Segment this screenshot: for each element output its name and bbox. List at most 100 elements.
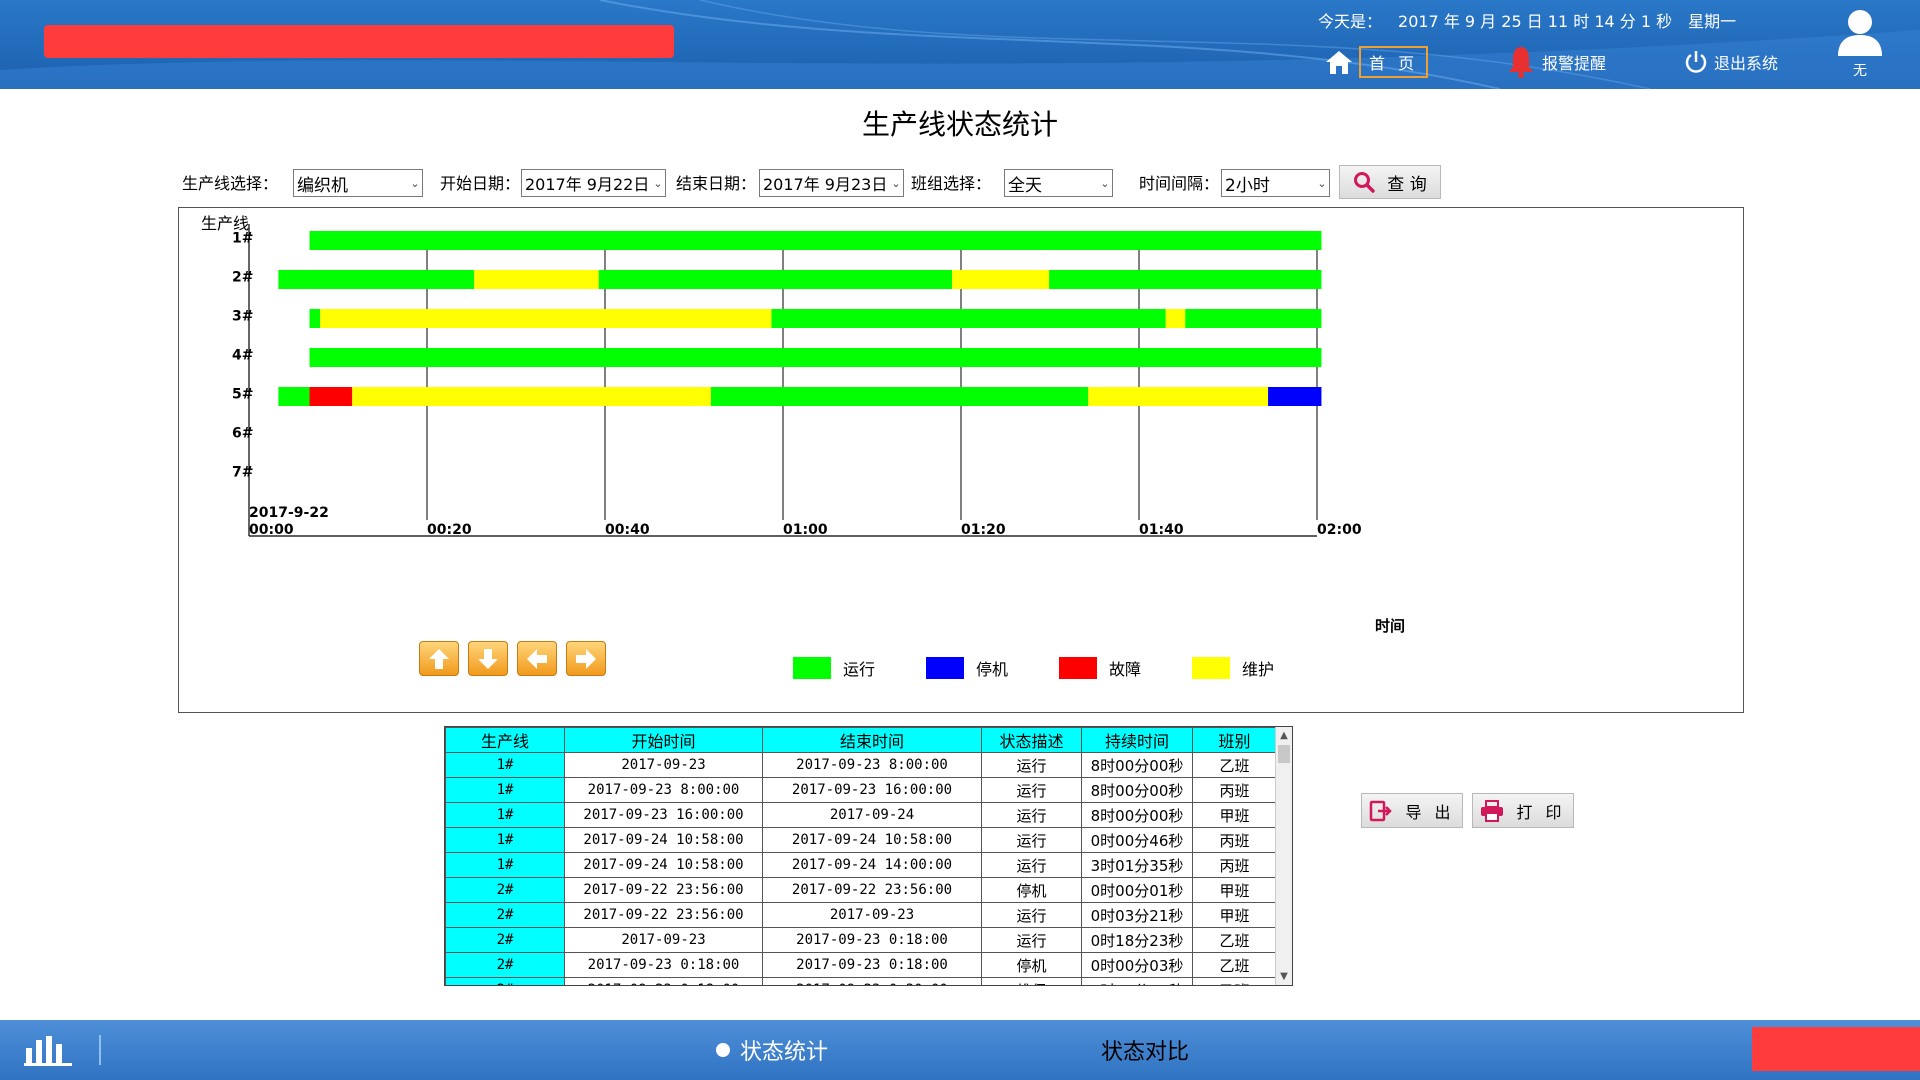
x-tick-label: 01:40 xyxy=(1139,522,1184,538)
column-header[interactable]: 生产线 xyxy=(445,727,565,753)
y-tick-label: 1# xyxy=(232,231,253,247)
end-date-picker[interactable]: 2017年 9月23日 ⌄ xyxy=(759,169,904,197)
table-cell: 2# xyxy=(445,877,565,903)
table-cell: 8时00分00秒 xyxy=(1081,802,1193,828)
tab-label: 状态统计 xyxy=(740,1040,829,1065)
table-row[interactable]: 1# 2017-09-23 2017-09-23 8:00:00 运行 8时00分00秒… xyxy=(445,752,1277,778)
table-cell: 0时03分21秒 xyxy=(1081,902,1193,928)
weekday: 星期一 xyxy=(1688,12,1737,31)
table-cell: 2# xyxy=(445,977,565,985)
arrow-left-icon xyxy=(527,648,547,669)
table-cell: 2017-09-23 xyxy=(564,752,763,778)
column-header[interactable]: 状态描述 xyxy=(981,727,1082,753)
alarm-button[interactable]: 报警提醒 xyxy=(1506,47,1606,78)
logout-button[interactable]: 退出系统 xyxy=(1684,47,1778,77)
gantt-bar-2-5[interactable] xyxy=(952,270,1050,289)
table-cell: 丙班 xyxy=(1192,852,1277,878)
gantt-bar-3-7[interactable] xyxy=(309,309,321,328)
gantt-bar-2-4[interactable] xyxy=(598,270,953,289)
table-cell: 2017-09-24 10:58:00 xyxy=(564,852,763,878)
printer-icon xyxy=(1481,799,1504,822)
table-row[interactable]: 1# 2017-09-24 10:58:00 2017-09-24 14:00:00… xyxy=(445,852,1277,878)
tab-status-comparison[interactable]: 状态对比 xyxy=(1101,1034,1189,1066)
table-row[interactable]: 2# 2017-09-22 23:56:00 2017-09-22 23:56:00… xyxy=(445,877,1277,903)
interval-select[interactable]: 2小时 ⌄ xyxy=(1221,169,1330,197)
legend-swatch xyxy=(1059,657,1097,679)
user-name: 无 xyxy=(1853,63,1867,79)
gantt-bar-5-14[interactable] xyxy=(309,387,353,406)
table-cell: 运行 xyxy=(981,752,1082,778)
date-prefix: 今天是： xyxy=(1318,12,1383,31)
date-text: 2017 年 9 月 25 日 11 时 14 分 1 秒 xyxy=(1398,12,1673,31)
gantt-bar-3-11[interactable] xyxy=(1185,309,1322,328)
gantt-bar-5-13[interactable] xyxy=(278,387,310,406)
x-tick-sublabel: 2017-9-22 xyxy=(249,505,329,521)
table-cell: 运行 xyxy=(981,802,1082,828)
table-row[interactable]: 1# 2017-09-24 10:58:00 2017-09-24 10:58:00… xyxy=(445,827,1277,853)
legend-maintenance: 维护 xyxy=(1192,657,1274,679)
gantt-bar-3-9[interactable] xyxy=(771,309,1166,328)
gantt-bar-3-10[interactable] xyxy=(1165,309,1186,328)
gantt-bar-2-6[interactable] xyxy=(1049,270,1322,289)
line-select[interactable]: 编织机 ⌄ xyxy=(293,169,423,197)
gantt-bar-5-15[interactable] xyxy=(352,387,702,406)
column-header[interactable]: 持续时间 xyxy=(1081,727,1193,753)
table-row[interactable]: 2#2017-09-23 0:18:002017-09-23 0:30:00维保… xyxy=(445,977,1277,985)
table-cell: 2017-09-23 xyxy=(762,902,982,928)
scroll-left-button[interactable] xyxy=(517,641,557,676)
column-header[interactable]: 结束时间 xyxy=(762,727,982,753)
tab-status-statistics[interactable]: 状态统计 xyxy=(716,1034,828,1066)
gantt-bar-2-1[interactable] xyxy=(278,270,310,289)
start-date-picker[interactable]: 2017年 9月22日 ⌄ xyxy=(521,169,666,197)
table-row[interactable]: 2# 2017-09-22 23:56:00 2017-09-23 运行 0时03分21… xyxy=(445,902,1277,928)
chevron-down-icon: ⌄ xyxy=(891,176,901,190)
table-cell: 2# xyxy=(445,952,565,978)
gantt-bar-3-8[interactable] xyxy=(320,309,772,328)
gantt-bar-2-3[interactable] xyxy=(474,270,599,289)
table-cell: 0时12分15秒 xyxy=(1081,977,1193,985)
table-scrollbar[interactable]: ▲ ▼ xyxy=(1275,727,1292,985)
user-profile[interactable]: 无 xyxy=(1830,6,1890,84)
gantt-bar-5-18[interactable] xyxy=(1088,387,1269,406)
table-cell: 8时00分00秒 xyxy=(1081,777,1193,803)
home-button[interactable]: 首 页 xyxy=(1325,46,1429,78)
scroll-up-button[interactable] xyxy=(419,641,459,676)
table-row[interactable]: 1# 2017-09-23 16:00:00 2017-09-24 运行 8时00分00… xyxy=(445,802,1277,828)
query-button[interactable]: 查 询 xyxy=(1339,165,1441,199)
bottom-nav-bar: 状态统计 状态对比 xyxy=(0,1020,1920,1080)
bar-chart-icon xyxy=(24,1036,72,1066)
y-labels-layer: 1# 2# 3# 4# 5# 6# 7# xyxy=(232,231,253,481)
shift-select-value: 全天 xyxy=(1008,175,1042,196)
scrollbar-thumb[interactable] xyxy=(1278,745,1290,763)
table-row[interactable]: 2# 2017-09-23 2017-09-23 0:18:00 运行 0时18分23秒… xyxy=(445,927,1277,953)
column-header[interactable]: 班别 xyxy=(1192,727,1277,753)
gantt-bar-1-0[interactable] xyxy=(309,231,1322,250)
print-button[interactable]: 打 印 xyxy=(1472,793,1574,828)
scroll-right-button[interactable] xyxy=(566,641,606,676)
table-row[interactable]: 2# 2017-09-23 0:18:00 2017-09-23 0:18:00 停机… xyxy=(445,952,1277,978)
export-button[interactable]: 导 出 xyxy=(1361,793,1463,828)
gantt-bar-5-19[interactable] xyxy=(1268,387,1322,406)
home-label: 首 页 xyxy=(1359,46,1429,78)
table-cell: 甲班 xyxy=(1192,902,1277,928)
x-tick-label: 01:20 xyxy=(961,522,1006,538)
status-table-container[interactable]: 生产线 开始时间 结束时间 状态描述 持续时间 班别 1# 2017-09-23 2… xyxy=(444,726,1293,986)
legend-swatch xyxy=(926,657,964,679)
table-row[interactable]: 1# 2017-09-23 8:00:00 2017-09-23 16:00:00 运… xyxy=(445,777,1277,803)
table-cell: 2017-09-22 23:56:00 xyxy=(564,902,763,928)
gantt-bar-4-12[interactable] xyxy=(309,348,1322,367)
gantt-bar-5-17[interactable] xyxy=(710,387,1089,406)
x-tick-label: 02:00 xyxy=(1317,522,1362,538)
gantt-bar-2-2[interactable] xyxy=(309,270,475,289)
scroll-down-arrow-icon[interactable]: ▼ xyxy=(1276,968,1292,985)
scroll-down-button[interactable] xyxy=(468,641,508,676)
y-tick-label: 3# xyxy=(232,309,253,325)
gantt-bar-5-16[interactable] xyxy=(701,387,711,406)
shift-select[interactable]: 全天 ⌄ xyxy=(1004,169,1113,197)
table-cell: 运行 xyxy=(981,902,1082,928)
export-label: 导 出 xyxy=(1405,802,1455,822)
column-header[interactable]: 开始时间 xyxy=(564,727,763,753)
table-cell: 2017-09-23 0:30:00 xyxy=(762,977,982,985)
scroll-up-arrow-icon[interactable]: ▲ xyxy=(1276,727,1292,744)
table-cell: 运行 xyxy=(981,827,1082,853)
